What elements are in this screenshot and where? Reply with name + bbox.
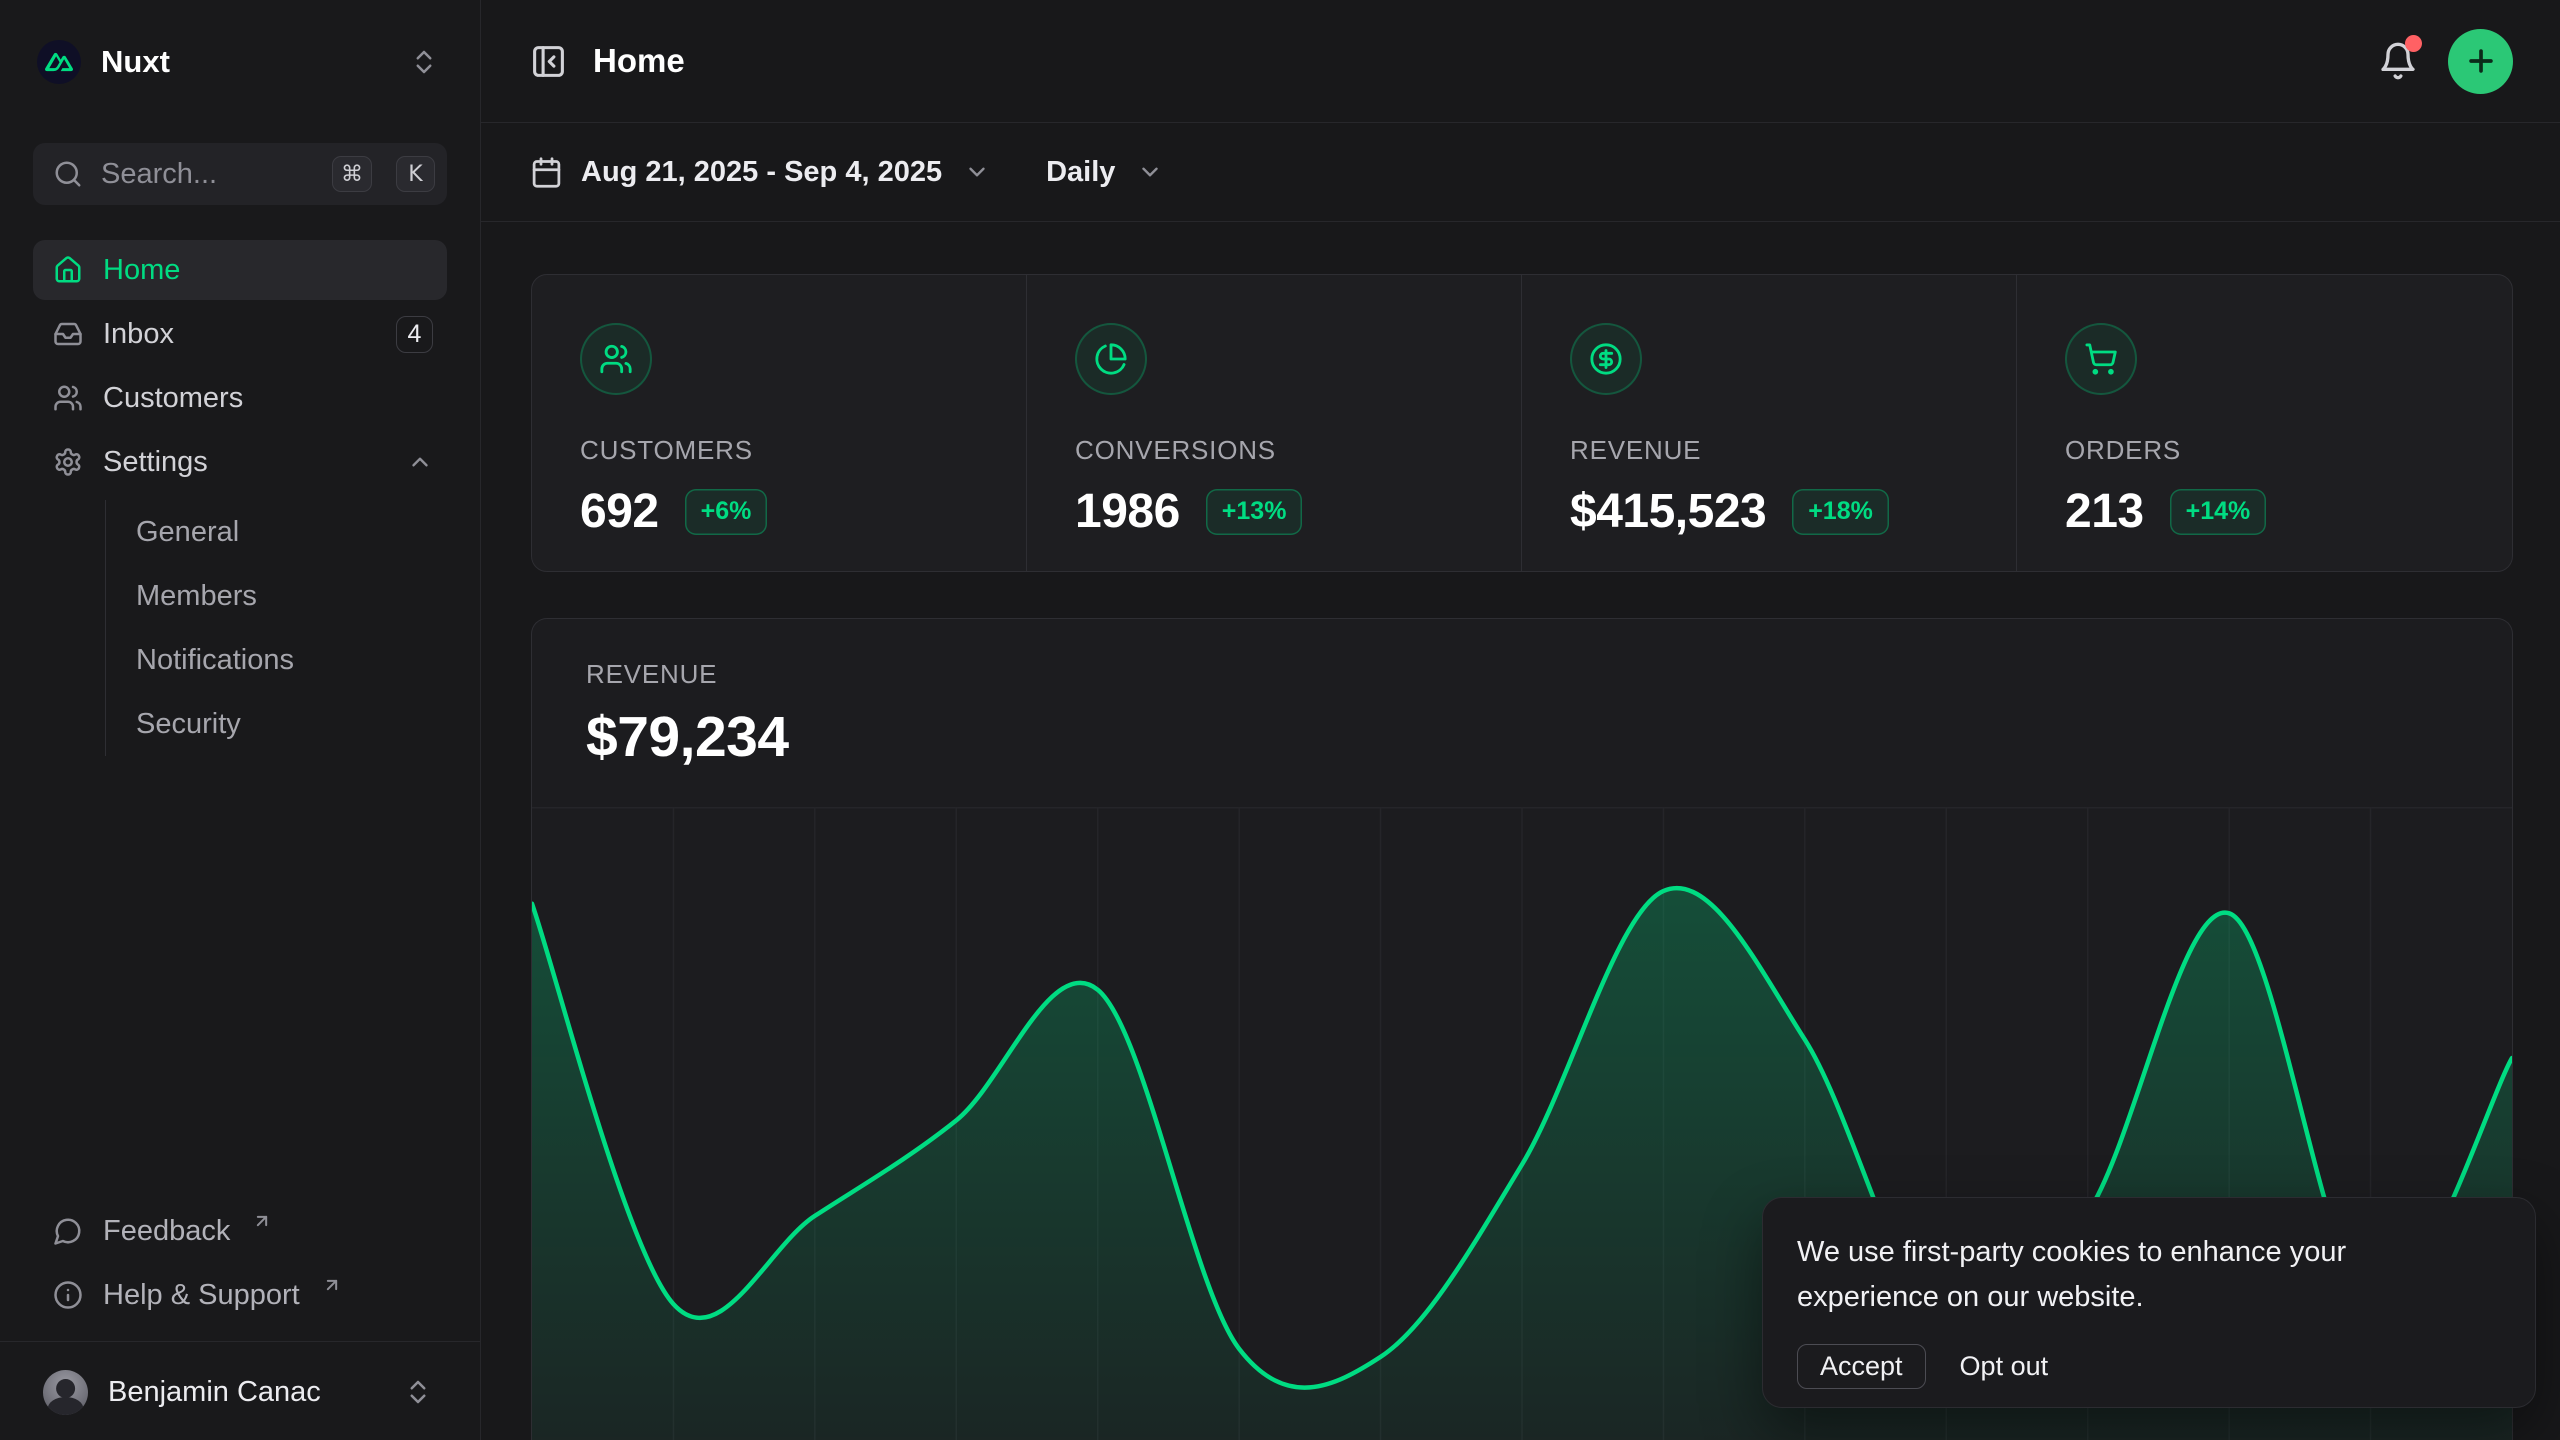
- sidebar-subitem-general[interactable]: General: [106, 500, 447, 564]
- stat-delta-badge: +14%: [2170, 489, 2267, 535]
- stats-row: CUSTOMERS 692 +6% CONVERSIONS 1986: [531, 274, 2513, 572]
- page-header: Home: [481, 0, 2560, 123]
- notifications-button[interactable]: [2378, 41, 2418, 81]
- stat-icon-circle: [1075, 323, 1147, 395]
- home-icon: [53, 255, 83, 285]
- user-menu[interactable]: Benjamin Canac: [33, 1360, 447, 1424]
- chevrons-up-down-icon: [403, 1377, 433, 1407]
- granularity-value: Daily: [1046, 156, 1115, 189]
- team-switcher[interactable]: Nuxt: [33, 30, 447, 94]
- sidebar-item-label: Settings: [103, 446, 387, 479]
- sidebar-item-label: Customers: [103, 382, 433, 415]
- external-link-icon: [252, 1211, 272, 1231]
- stat-delta-badge: +6%: [685, 489, 768, 535]
- search-icon: [53, 159, 83, 189]
- sidebar-item-home[interactable]: Home: [33, 240, 447, 300]
- chevron-down-icon: [964, 159, 990, 185]
- accept-button[interactable]: Accept: [1797, 1344, 1926, 1389]
- sidebar-item-feedback[interactable]: Feedback: [33, 1201, 447, 1261]
- external-link-icon: [322, 1275, 342, 1295]
- stat-label: ORDERS: [2065, 435, 2512, 466]
- user-name: Benjamin Canac: [108, 1376, 383, 1409]
- sidebar-item-settings[interactable]: Settings: [33, 432, 447, 492]
- page-title: Home: [593, 42, 685, 80]
- stat-card-orders[interactable]: ORDERS 213 +14%: [2017, 275, 2512, 571]
- sidebar-subitem-security[interactable]: Security: [106, 692, 447, 756]
- avatar: [43, 1370, 88, 1415]
- sidebar-nav: Home Inbox 4 Customers: [33, 240, 447, 756]
- sidebar-item-help-support[interactable]: Help & Support: [33, 1265, 447, 1325]
- stat-value: 1986: [1075, 484, 1180, 539]
- stat-icon-circle: [2065, 323, 2137, 395]
- stat-label: CUSTOMERS: [580, 435, 1026, 466]
- sidebar-item-label: Feedback: [103, 1215, 230, 1248]
- opt-out-button[interactable]: Opt out: [1960, 1351, 2049, 1382]
- sidebar: Nuxt Search... ⌘ K Home: [0, 0, 481, 1440]
- stat-card-conversions[interactable]: CONVERSIONS 1986 +13%: [1027, 275, 1522, 571]
- sidebar-footer: Feedback Help & Support: [33, 1201, 447, 1341]
- sidebar-subitem-notifications[interactable]: Notifications: [106, 628, 447, 692]
- stat-label: CONVERSIONS: [1075, 435, 1521, 466]
- header-actions: [2378, 29, 2513, 94]
- revenue-chart-value: $79,234: [586, 704, 2512, 770]
- nuxt-logo-icon: [45, 48, 73, 76]
- stat-icon-circle: [1570, 323, 1642, 395]
- settings-subnav: General Members Notifications Security: [105, 500, 447, 756]
- cookie-message: We use first-party cookies to enhance yo…: [1797, 1230, 2457, 1320]
- users-icon: [53, 383, 83, 413]
- panel-left-close-icon: [530, 43, 567, 80]
- inbox-icon: [53, 319, 83, 349]
- search-placeholder: Search...: [101, 158, 314, 191]
- filters-toolbar: Aug 21, 2025 - Sep 4, 2025 Daily: [481, 123, 2560, 222]
- collapse-sidebar-button[interactable]: [530, 43, 567, 80]
- users-icon: [599, 342, 633, 376]
- stat-icon-circle: [580, 323, 652, 395]
- team-name: Nuxt: [101, 44, 389, 80]
- sidebar-item-label: Inbox: [103, 318, 376, 351]
- plus-icon: [2464, 44, 2498, 78]
- pie-chart-icon: [1094, 342, 1128, 376]
- app-root: Nuxt Search... ⌘ K Home: [0, 0, 2560, 1440]
- calendar-icon: [530, 156, 563, 189]
- sidebar-item-inbox[interactable]: Inbox 4: [33, 304, 447, 364]
- search-input[interactable]: Search... ⌘ K: [33, 143, 447, 205]
- stat-card-customers[interactable]: CUSTOMERS 692 +6%: [532, 275, 1027, 571]
- speech-bubble-icon: [53, 1216, 83, 1246]
- gear-icon: [53, 447, 83, 477]
- sidebar-item-label: Help & Support: [103, 1279, 300, 1312]
- stat-delta-badge: +18%: [1792, 489, 1889, 535]
- info-circle-icon: [53, 1280, 83, 1310]
- cookie-banner: We use first-party cookies to enhance yo…: [1762, 1197, 2536, 1408]
- nuxt-logo: [37, 40, 81, 84]
- chevrons-up-down-icon: [409, 47, 439, 77]
- add-button[interactable]: [2448, 29, 2513, 94]
- kbd-k: K: [396, 156, 435, 192]
- inbox-count-badge: 4: [396, 316, 433, 353]
- sidebar-subitem-members[interactable]: Members: [106, 564, 447, 628]
- sidebar-item-customers[interactable]: Customers: [33, 368, 447, 428]
- stat-label: REVENUE: [1570, 435, 2016, 466]
- stat-value: $415,523: [1570, 484, 1766, 539]
- date-range-picker[interactable]: Aug 21, 2025 - Sep 4, 2025: [530, 156, 990, 189]
- granularity-select[interactable]: Daily: [1046, 156, 1163, 189]
- sidebar-item-label: Home: [103, 254, 433, 287]
- user-strip: Benjamin Canac: [0, 1341, 480, 1440]
- kbd-cmd: ⌘: [332, 156, 372, 192]
- stat-value: 692: [580, 484, 659, 539]
- shopping-cart-icon: [2084, 342, 2118, 376]
- notification-dot: [2405, 35, 2422, 52]
- circle-dollar-icon: [1589, 342, 1623, 376]
- revenue-chart-label: REVENUE: [586, 659, 2512, 690]
- chevron-up-icon: [407, 449, 433, 475]
- chevron-down-icon: [1137, 159, 1163, 185]
- stat-delta-badge: +13%: [1206, 489, 1303, 535]
- stat-card-revenue[interactable]: REVENUE $415,523 +18%: [1522, 275, 2017, 571]
- stat-value: 213: [2065, 484, 2144, 539]
- date-range-value: Aug 21, 2025 - Sep 4, 2025: [581, 156, 942, 189]
